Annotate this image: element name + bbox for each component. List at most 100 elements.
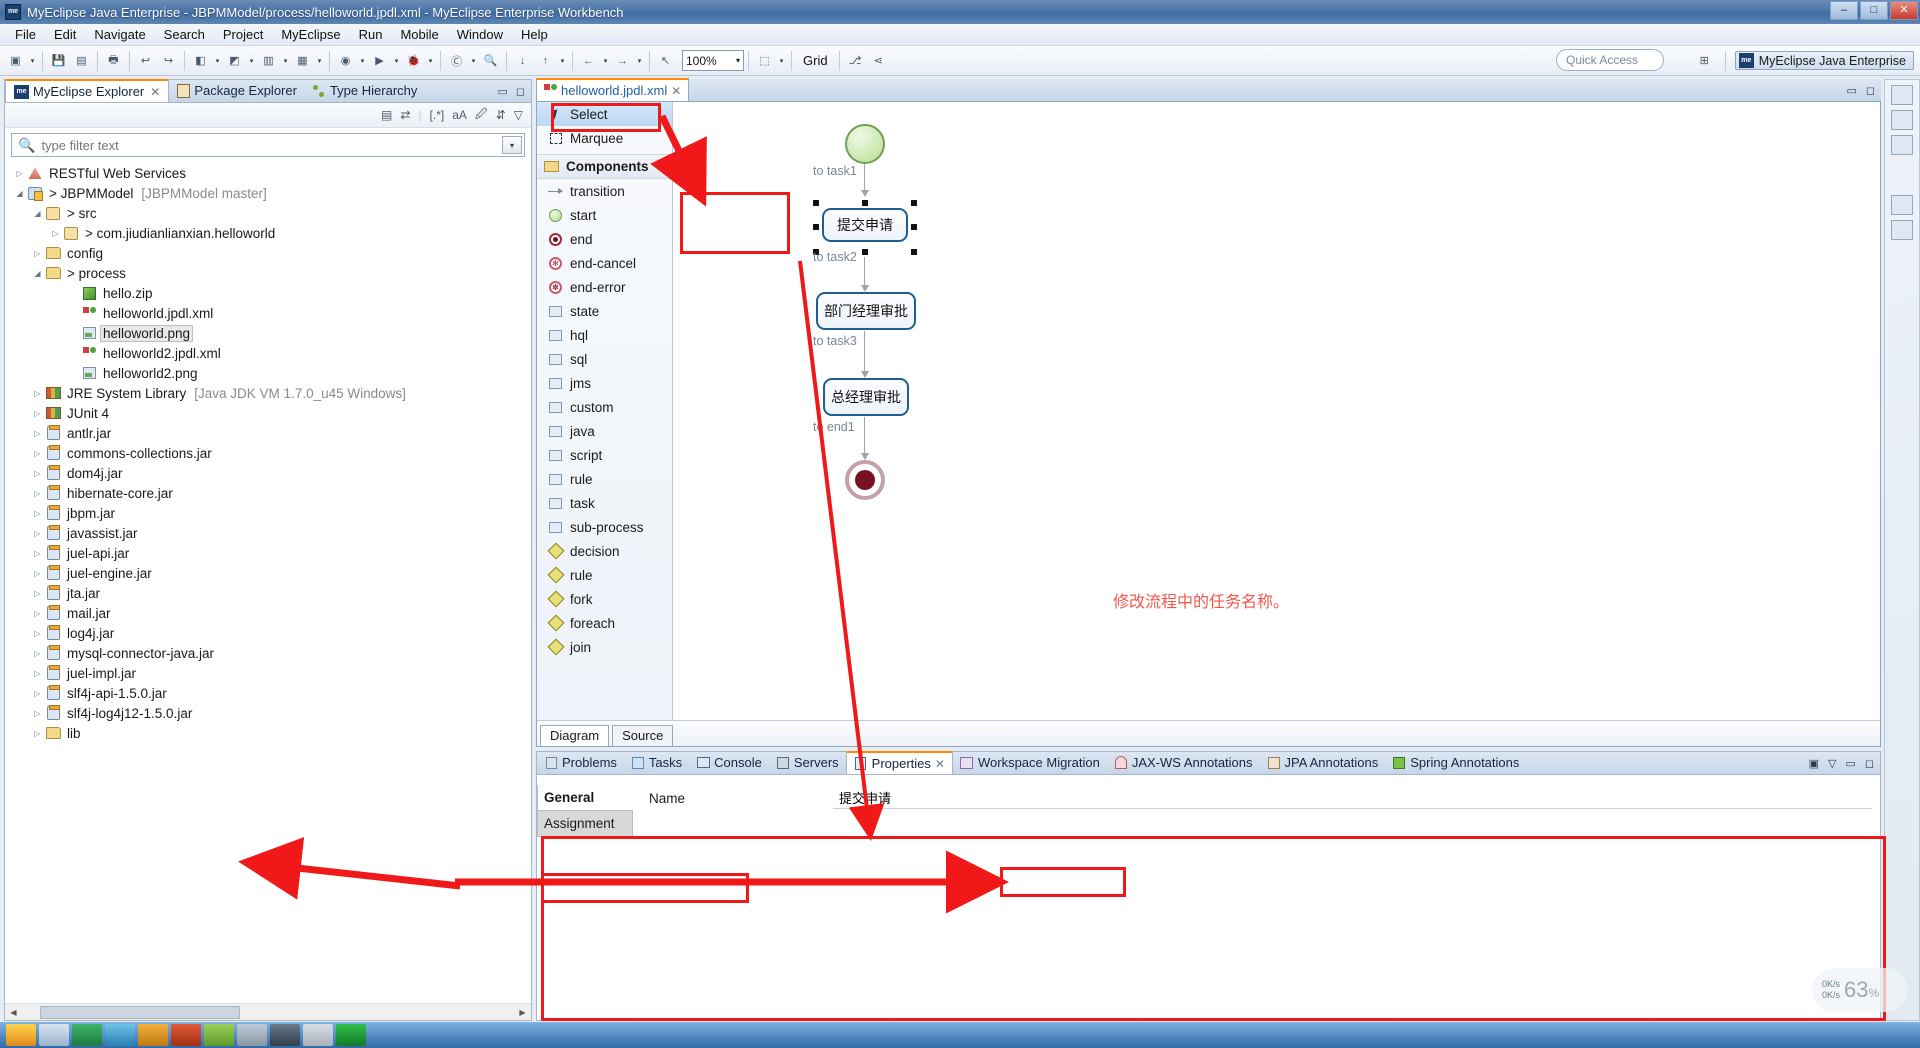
bottom-tab-properties[interactable]: Properties ✕ [845, 751, 953, 774]
collapse-arrow-icon[interactable]: ▷ [31, 569, 44, 578]
undo-icon[interactable]: ↩ [135, 50, 156, 71]
tree-item[interactable]: ▷ dom4j.jar [5, 463, 531, 483]
explorer-hscrollbar[interactable]: ◀ ▶ [5, 1003, 531, 1020]
palette-item-fork[interactable]: fork [537, 587, 672, 611]
tree-item[interactable]: ▷ JUnit 4 [5, 403, 531, 423]
new-dropdown-icon[interactable]: ▾ [28, 50, 37, 71]
tree-item[interactable]: ▷ hibernate-core.jar [5, 483, 531, 503]
close-icon[interactable]: ✕ [150, 85, 160, 99]
resize-handle[interactable] [911, 249, 917, 255]
tree-item[interactable]: ▷ commons-collections.jar [5, 443, 531, 463]
bottom-tab-servers[interactable]: Servers [769, 751, 846, 774]
close-icon[interactable]: ✕ [935, 757, 945, 771]
palette-item-rule[interactable]: rule [537, 467, 672, 491]
palette-item-select[interactable]: Select [537, 102, 672, 126]
expand-arrow-icon[interactable]: ◢ [31, 209, 44, 218]
palette-item-sql[interactable]: sql [537, 347, 672, 371]
tree-item[interactable]: ▷ jta.jar [5, 583, 531, 603]
collapse-arrow-icon[interactable]: ▷ [31, 729, 44, 738]
deploy-icon[interactable]: ◩ [224, 50, 245, 71]
scroll-left-icon[interactable]: ◀ [5, 1005, 22, 1020]
maximize-editor-icon[interactable]: ◻ [1866, 84, 1875, 97]
tree-item[interactable]: helloworld2.png [5, 363, 531, 383]
menu-item-navigate[interactable]: Navigate [85, 25, 154, 44]
bottom-tab-jpa-annotations[interactable]: JPA Annotations [1260, 751, 1386, 774]
view-menu-icon[interactable]: ▽ [1828, 757, 1836, 770]
tree-item[interactable]: ▷ mail.jar [5, 603, 531, 623]
tree-item[interactable]: ◢ > process [5, 263, 531, 283]
menu-item-help[interactable]: Help [512, 25, 557, 44]
palette-item-start[interactable]: start [537, 203, 672, 227]
menu-item-edit[interactable]: Edit [45, 25, 85, 44]
run-dropdown-icon[interactable]: ▾ [392, 50, 401, 71]
explorer-tab-myeclipse-explorer[interactable]: me MyEclipse Explorer ✕ [5, 79, 170, 102]
menu-item-file[interactable]: File [6, 25, 45, 44]
collapse-arrow-icon[interactable]: ▷ [31, 469, 44, 478]
taskbar-item[interactable] [105, 1024, 135, 1046]
tree-item[interactable]: ◢ > JBPMModel [JBPMModel master] [5, 183, 531, 203]
tree-item[interactable]: ▷ mysql-connector-java.jar [5, 643, 531, 663]
tree-item[interactable]: ▷ antlr.jar [5, 423, 531, 443]
menu-item-run[interactable]: Run [350, 25, 392, 44]
palette-item-join[interactable]: join [537, 635, 672, 659]
servers-view-icon[interactable] [1891, 220, 1913, 240]
collapse-arrow-icon[interactable]: ▷ [31, 669, 44, 678]
scroll-right-icon[interactable]: ▶ [514, 1005, 531, 1020]
taskbar-item[interactable] [336, 1024, 366, 1046]
print-icon[interactable]: 🖶 [103, 50, 124, 71]
tree-item[interactable]: ▷ config [5, 243, 531, 263]
collapse-arrow-icon[interactable]: ▷ [31, 549, 44, 558]
bottom-tab-workspace-migration[interactable]: Workspace Migration [953, 751, 1107, 774]
collapse-arrow-icon[interactable]: ▷ [31, 489, 44, 498]
properties-section-general[interactable]: General [537, 785, 633, 811]
back-icon[interactable]: ← [578, 50, 599, 71]
view-menu-icon[interactable]: ▽ [514, 108, 523, 122]
palette[interactable]: Select Marquee Components « transition start e… [537, 102, 673, 720]
close-button[interactable]: ✕ [1890, 1, 1918, 20]
task-list-icon[interactable] [1891, 135, 1913, 155]
collapse-arrow-icon[interactable]: ▷ [31, 389, 44, 398]
bottom-tab-jax-ws-annotations[interactable]: JAX-WS Annotations [1107, 751, 1260, 774]
profile-dropdown-icon[interactable]: ▾ [358, 50, 367, 71]
tree-item[interactable]: ▷ jbpm.jar [5, 503, 531, 523]
properties-section-list[interactable]: General Assignment [537, 785, 633, 837]
taskbar-item[interactable] [138, 1024, 168, 1046]
run-icon[interactable]: ▶ [369, 50, 390, 71]
profile-icon[interactable]: ◉ [335, 50, 356, 71]
collapse-arrow-icon[interactable]: ▷ [31, 529, 44, 538]
collapse-arrow-icon[interactable]: ▷ [31, 449, 44, 458]
expand-arrow-icon[interactable]: ◢ [13, 189, 26, 198]
prev-annotation-icon[interactable]: ↑ [535, 50, 556, 71]
collapse-arrow-icon[interactable]: ▷ [31, 249, 44, 258]
resize-handle[interactable] [911, 200, 917, 206]
deploy-dropdown-icon[interactable]: ▾ [247, 50, 256, 71]
filter-box[interactable]: 🔍 type filter text ▾ [11, 133, 525, 157]
collapse-palette-icon[interactable]: « [660, 161, 666, 172]
collapse-arrow-icon[interactable]: ▷ [31, 409, 44, 418]
palette-item-java[interactable]: java [537, 419, 672, 443]
tree-item[interactable]: helloworld.jpdl.xml [5, 303, 531, 323]
sort-icon[interactable]: ⇵ [496, 108, 506, 122]
palette-item-marquee[interactable]: Marquee [537, 126, 672, 150]
collapse-arrow-icon[interactable]: ▷ [49, 229, 62, 238]
resize-handle[interactable] [813, 200, 819, 206]
database-icon[interactable]: ▦ [292, 50, 313, 71]
palette-item-transition[interactable]: transition [537, 179, 672, 203]
filter-dropdown-icon[interactable]: ▾ [502, 136, 522, 154]
maximize-view-icon[interactable]: ◻ [516, 85, 525, 98]
end-node[interactable] [845, 460, 885, 500]
case-sensitive-icon[interactable]: aA [452, 108, 467, 122]
tree-item[interactable]: ▷ slf4j-api-1.5.0.jar [5, 683, 531, 703]
taskbar-item[interactable] [204, 1024, 234, 1046]
taskbar-item[interactable] [171, 1024, 201, 1046]
collapse-arrow-icon[interactable]: ▷ [13, 169, 26, 178]
close-icon[interactable]: ✕ [671, 84, 681, 98]
palette-item-task[interactable]: task [537, 491, 672, 515]
menu-item-mobile[interactable]: Mobile [391, 25, 447, 44]
collapse-arrow-icon[interactable]: ▷ [31, 429, 44, 438]
resize-handle[interactable] [813, 224, 819, 230]
palette-item-hql[interactable]: hql [537, 323, 672, 347]
tree-item[interactable]: helloworld.png [5, 323, 531, 343]
grid-button[interactable]: Grid [796, 53, 835, 68]
restore-icon[interactable] [1891, 85, 1913, 105]
